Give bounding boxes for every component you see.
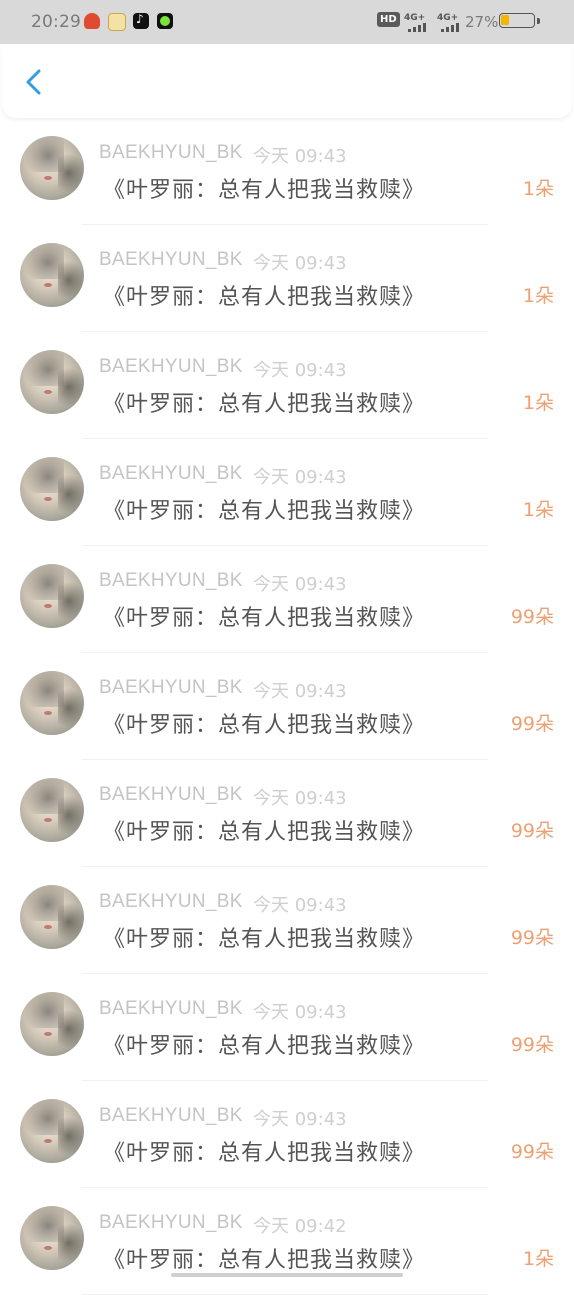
home-indicator — [171, 1273, 403, 1277]
app-icon — [157, 13, 173, 29]
weibo-icon — [84, 13, 100, 29]
username[interactable]: BAEKHYUN_BK — [99, 1105, 243, 1127]
timestamp: 今天 09:43 — [253, 1002, 347, 1023]
gift-record-list: BAEKHYUN_BK 今天 09:43 《叶罗丽：总有人把我当救赎》 1朵 BAEKH… — [0, 118, 574, 1295]
signal-bars-icon — [441, 22, 463, 32]
book-title[interactable]: 《叶罗丽：总有人把我当救赎》 — [103, 172, 425, 204]
list-item[interactable]: BAEKHYUN_BK 今天 09:43 《叶罗丽：总有人把我当救赎》 1朵 — [0, 118, 574, 225]
gift-count: 1朵 — [522, 178, 554, 200]
avatar[interactable] — [20, 136, 84, 200]
timestamp: 今天 09:42 — [253, 1216, 347, 1237]
avatar[interactable] — [20, 243, 84, 307]
gift-count: 1朵 — [522, 285, 554, 307]
book-title[interactable]: 《叶罗丽：总有人把我当救赎》 — [103, 600, 425, 632]
list-item[interactable]: BAEKHYUN_BK 今天 09:43 《叶罗丽：总有人把我当救赎》 99朵 — [0, 760, 574, 867]
book-title[interactable]: 《叶罗丽：总有人把我当救赎》 — [103, 921, 425, 953]
avatar[interactable] — [20, 457, 84, 521]
avatar[interactable] — [20, 885, 84, 949]
list-item[interactable]: BAEKHYUN_BK 今天 09:43 《叶罗丽：总有人把我当救赎》 1朵 — [0, 332, 574, 439]
username[interactable]: BAEKHYUN_BK — [99, 463, 243, 485]
gift-count: 99朵 — [510, 1141, 554, 1163]
list-item[interactable]: BAEKHYUN_BK 今天 09:43 《叶罗丽：总有人把我当救赎》 1朵 — [0, 225, 574, 332]
book-title[interactable]: 《叶罗丽：总有人把我当救赎》 — [103, 1028, 425, 1060]
username[interactable]: BAEKHYUN_BK — [99, 998, 243, 1020]
username[interactable]: BAEKHYUN_BK — [99, 891, 243, 913]
book-title[interactable]: 《叶罗丽：总有人把我当救赎》 — [103, 707, 425, 739]
gift-count: 1朵 — [522, 499, 554, 521]
status-time: 20:29 — [31, 12, 81, 32]
gift-count: 99朵 — [510, 820, 554, 842]
avatar[interactable] — [20, 1206, 84, 1270]
avatar[interactable] — [20, 564, 84, 628]
list-item[interactable]: BAEKHYUN_BK 今天 09:43 《叶罗丽：总有人把我当救赎》 99朵 — [0, 867, 574, 974]
list-item[interactable]: BAEKHYUN_BK 今天 09:43 《叶罗丽：总有人把我当救赎》 99朵 — [0, 653, 574, 760]
username[interactable]: BAEKHYUN_BK — [99, 570, 243, 592]
gift-count: 99朵 — [510, 606, 554, 628]
header-bar — [2, 46, 572, 118]
avatar[interactable] — [20, 350, 84, 414]
timestamp: 今天 09:43 — [253, 253, 347, 274]
battery-tip — [537, 18, 540, 24]
avatar[interactable] — [20, 671, 84, 735]
book-title[interactable]: 《叶罗丽：总有人把我当救赎》 — [103, 814, 425, 846]
list-item[interactable]: BAEKHYUN_BK 今天 09:43 《叶罗丽：总有人把我当救赎》 99朵 — [0, 1081, 574, 1188]
timestamp: 今天 09:43 — [253, 788, 347, 809]
list-item[interactable]: BAEKHYUN_BK 今天 09:42 《叶罗丽：总有人把我当救赎》 1朵 — [0, 1188, 574, 1295]
timestamp: 今天 09:43 — [253, 574, 347, 595]
list-item[interactable]: BAEKHYUN_BK 今天 09:43 《叶罗丽：总有人把我当救赎》 99朵 — [0, 546, 574, 653]
username[interactable]: BAEKHYUN_BK — [99, 356, 243, 378]
timestamp: 今天 09:43 — [253, 467, 347, 488]
gift-count: 1朵 — [522, 1248, 554, 1270]
timestamp: 今天 09:43 — [253, 681, 347, 702]
gift-count: 99朵 — [510, 1034, 554, 1056]
book-title[interactable]: 《叶罗丽：总有人把我当救赎》 — [103, 386, 425, 418]
gift-count: 99朵 — [510, 927, 554, 949]
username[interactable]: BAEKHYUN_BK — [99, 1212, 243, 1234]
battery-icon — [499, 13, 535, 28]
timestamp: 今天 09:43 — [253, 895, 347, 916]
book-title[interactable]: 《叶罗丽：总有人把我当救赎》 — [103, 1242, 425, 1274]
timestamp: 今天 09:43 — [253, 360, 347, 381]
battery-percent: 27% — [465, 13, 499, 31]
avatar[interactable] — [20, 778, 84, 842]
gift-count: 1朵 — [522, 392, 554, 414]
timestamp: 今天 09:43 — [253, 1109, 347, 1130]
username[interactable]: BAEKHYUN_BK — [99, 784, 243, 806]
book-title[interactable]: 《叶罗丽：总有人把我当救赎》 — [103, 279, 425, 311]
username[interactable]: BAEKHYUN_BK — [99, 249, 243, 271]
timestamp: 今天 09:43 — [253, 146, 347, 167]
book-title[interactable]: 《叶罗丽：总有人把我当救赎》 — [103, 1135, 425, 1167]
hd-badge: HD — [377, 12, 400, 27]
avatar[interactable] — [20, 1099, 84, 1163]
signal-bars-icon — [408, 22, 430, 32]
avatar[interactable] — [20, 992, 84, 1056]
status-bar: 20:29 HD 4G+ 4G+ 27% — [0, 0, 574, 44]
battery-level — [501, 15, 509, 25]
tiktok-icon — [133, 12, 149, 29]
gift-count: 99朵 — [510, 713, 554, 735]
notes-icon — [108, 13, 126, 31]
back-button[interactable] — [16, 64, 52, 100]
username[interactable]: BAEKHYUN_BK — [99, 142, 243, 164]
book-title[interactable]: 《叶罗丽：总有人把我当救赎》 — [103, 493, 425, 525]
list-item[interactable]: BAEKHYUN_BK 今天 09:43 《叶罗丽：总有人把我当救赎》 99朵 — [0, 974, 574, 1081]
chevron-left-icon — [26, 69, 41, 95]
list-item[interactable]: BAEKHYUN_BK 今天 09:43 《叶罗丽：总有人把我当救赎》 1朵 — [0, 439, 574, 546]
username[interactable]: BAEKHYUN_BK — [99, 677, 243, 699]
